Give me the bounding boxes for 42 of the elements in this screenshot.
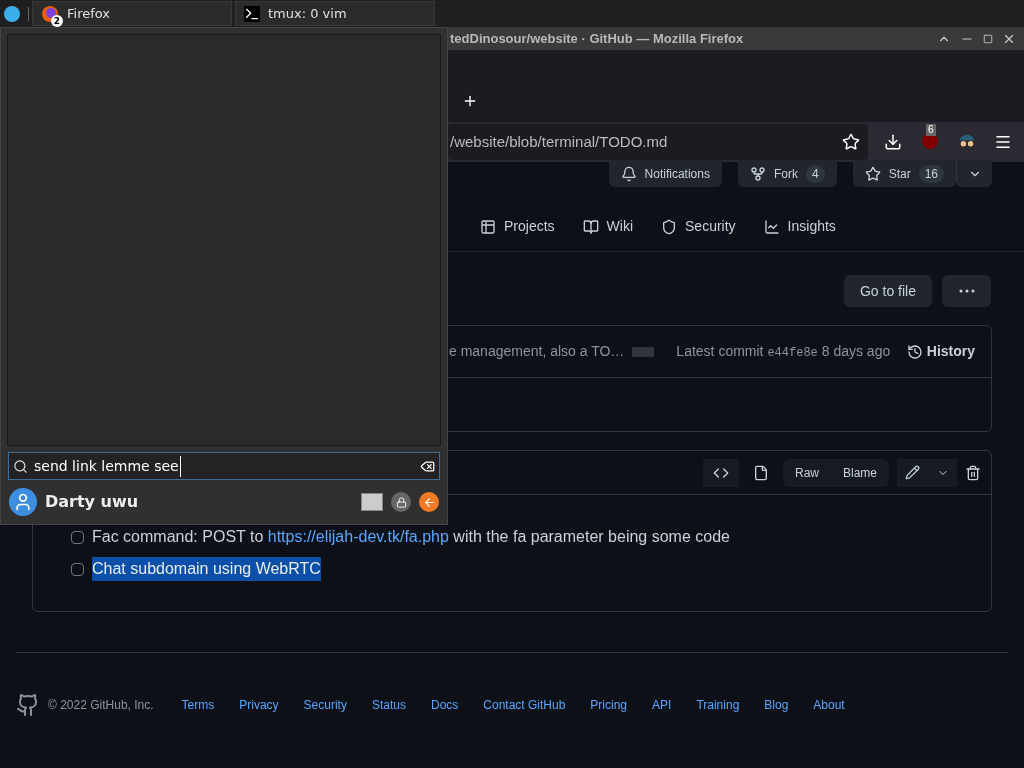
search-field[interactable]: send link lemme see: [8, 452, 440, 480]
repo-tab[interactable]: Security: [661, 216, 736, 237]
url-text: /website/blob/terminal/TODO.md: [450, 131, 668, 152]
taskbar-item[interactable]: tmux: 0 vim: [235, 1, 435, 26]
footer-link[interactable]: Privacy: [239, 696, 279, 714]
repo-action-button[interactable]: Fork 4: [737, 160, 837, 187]
footer-link[interactable]: API: [652, 696, 672, 714]
footer-link[interactable]: Pricing: [590, 696, 628, 714]
window-title: tedDinosour/website · GitHub — Mozilla Firefox: [450, 29, 744, 48]
footer-link[interactable]: Blog: [764, 696, 789, 714]
file-action-button[interactable]: Raw: [782, 463, 831, 482]
todo-text: Fac command: POST to https://elijah-dev.tk/fa.php with the fa parameter being some code: [92, 527, 730, 547]
file-action-button[interactable]: Blame: [831, 463, 889, 482]
repo-tab[interactable]: Projects: [480, 216, 555, 237]
footer-link[interactable]: Status: [371, 696, 406, 714]
footer-link[interactable]: Terms: [181, 696, 215, 714]
todo-text: Chat subdomain using WebRTC: [92, 557, 321, 581]
footer-link[interactable]: Docs: [430, 696, 459, 714]
counter: 16: [918, 164, 944, 183]
counter: 4: [805, 164, 825, 183]
footer-link[interactable]: Security: [303, 696, 347, 714]
extension-count-badge: 6: [926, 124, 936, 136]
go-to-file-button[interactable]: Go to file: [843, 275, 932, 307]
search-text: send link lemme see: [34, 455, 181, 477]
commit-message[interactable]: e management, also a TO…: [449, 341, 625, 362]
commit-info: Latest commit e44fe8e 8 days ago: [676, 342, 891, 362]
taskbar-label: Firefox: [67, 4, 111, 23]
footer-link[interactable]: Training: [696, 696, 740, 714]
link[interactable]: https://elijah-dev.tk/fa.php: [267, 528, 449, 545]
taskbar-label: tmux: 0 vim: [268, 4, 347, 23]
repo-tab[interactable]: Insights: [763, 216, 836, 237]
repo-tab[interactable]: Wiki: [582, 216, 633, 237]
taskbar-item[interactable]: 2 Firefox: [32, 1, 232, 26]
history-link[interactable]: History: [906, 341, 975, 362]
footer-link[interactable]: Contact GitHub: [483, 696, 566, 714]
repo-action-button[interactable]: Star 16: [852, 160, 956, 187]
copyright: © 2022 GitHub, Inc.: [48, 697, 154, 714]
url-field[interactable]: /website/blob/terminal/TODO.md: [448, 124, 868, 160]
repo-action-button[interactable]: Notifications: [608, 160, 722, 187]
contact-row[interactable]: Darty uwu: [9, 486, 439, 518]
footer-link[interactable]: About: [813, 696, 845, 714]
contact-name: Darty uwu: [45, 491, 139, 513]
